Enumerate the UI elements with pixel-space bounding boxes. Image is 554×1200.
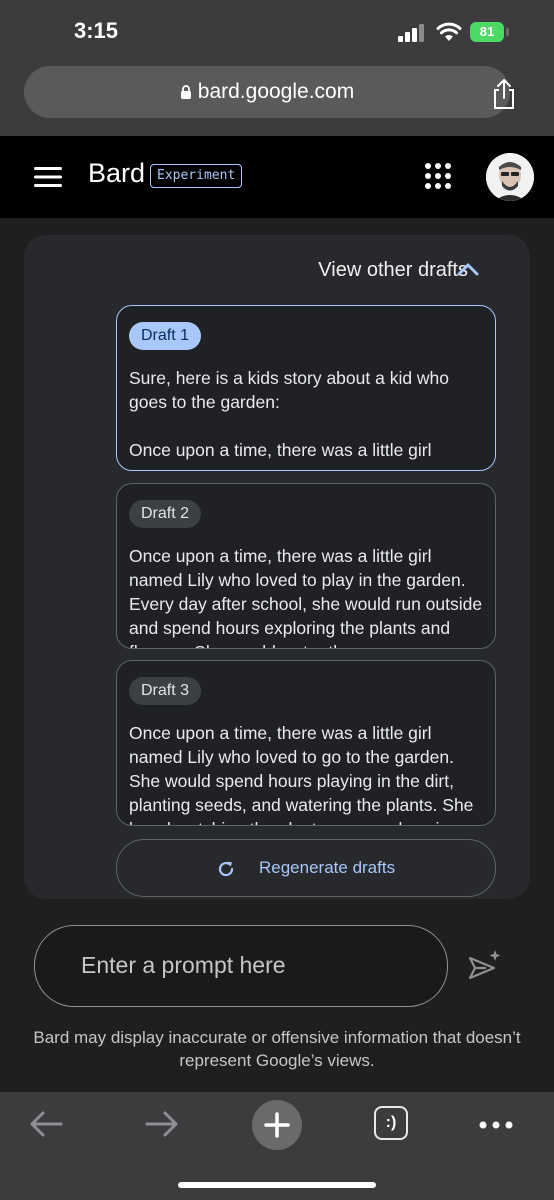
google-apps-icon[interactable] — [424, 162, 452, 190]
draft-preview-text: Once upon a time, there was a little gir… — [129, 546, 483, 648]
back-arrow-icon[interactable] — [28, 1110, 64, 1138]
browser-bottom-bar: :) — [0, 1092, 554, 1200]
draft-chip: Draft 2 — [129, 500, 202, 528]
browser-toolbar: bard.google.com — [0, 66, 554, 136]
draft-card-1[interactable]: Draft 1 Sure, here is a kids story about… — [116, 305, 496, 471]
response-card: View other drafts Draft 1 Sure, here is … — [24, 235, 530, 899]
url-text: bard.google.com — [197, 80, 355, 103]
view-other-drafts-toggle[interactable]: View other drafts — [318, 259, 468, 282]
home-indicator — [178, 1182, 376, 1188]
send-icon[interactable] — [466, 948, 502, 984]
battery-icon: 81 — [470, 22, 510, 42]
wifi-icon — [436, 22, 462, 41]
refresh-icon — [218, 861, 234, 877]
experiment-badge: Experiment — [150, 164, 243, 188]
draft-chip: Draft 3 — [129, 677, 202, 705]
share-icon[interactable] — [490, 78, 518, 110]
draft-preview-text: Sure, here is a kids story about a kid w… — [129, 368, 450, 460]
more-options-icon[interactable] — [478, 1120, 514, 1130]
status-time: 3:15 — [74, 18, 119, 43]
prompt-input[interactable]: Enter a prompt here — [34, 925, 448, 1007]
profile-photo-icon — [486, 153, 534, 201]
forward-arrow-icon[interactable] — [144, 1110, 180, 1138]
hamburger-menu-icon[interactable] — [34, 166, 62, 188]
app-header: Bard Experiment — [0, 136, 554, 218]
prompt-placeholder: Enter a prompt here — [81, 952, 286, 978]
draft-card-3[interactable]: Draft 3 Once upon a time, there was a li… — [116, 660, 496, 826]
app-title: Bard — [88, 158, 146, 188]
status-bar: 3:15 81 — [0, 0, 554, 66]
new-tab-button[interactable] — [252, 1100, 302, 1150]
disclaimer-text: Bard may display inaccurate or offensive… — [33, 1028, 521, 1070]
avatar[interactable] — [486, 153, 534, 201]
cellular-signal-icon — [398, 24, 424, 42]
draft-card-2[interactable]: Draft 2 Once upon a time, there was a li… — [116, 483, 496, 649]
draft-preview-text: Once upon a time, there was a little gir… — [129, 723, 474, 825]
address-bar[interactable]: bard.google.com — [24, 66, 510, 118]
regenerate-drafts-label: Regenerate drafts — [259, 858, 396, 877]
draft-chip: Draft 1 — [129, 322, 202, 350]
plus-icon — [264, 1112, 290, 1138]
lock-icon — [180, 85, 191, 99]
chevron-up-icon[interactable] — [456, 261, 480, 277]
regenerate-drafts-button[interactable]: Regenerate drafts — [116, 839, 496, 897]
battery-level: 81 — [470, 22, 504, 42]
tabs-button[interactable]: :) — [374, 1106, 408, 1140]
